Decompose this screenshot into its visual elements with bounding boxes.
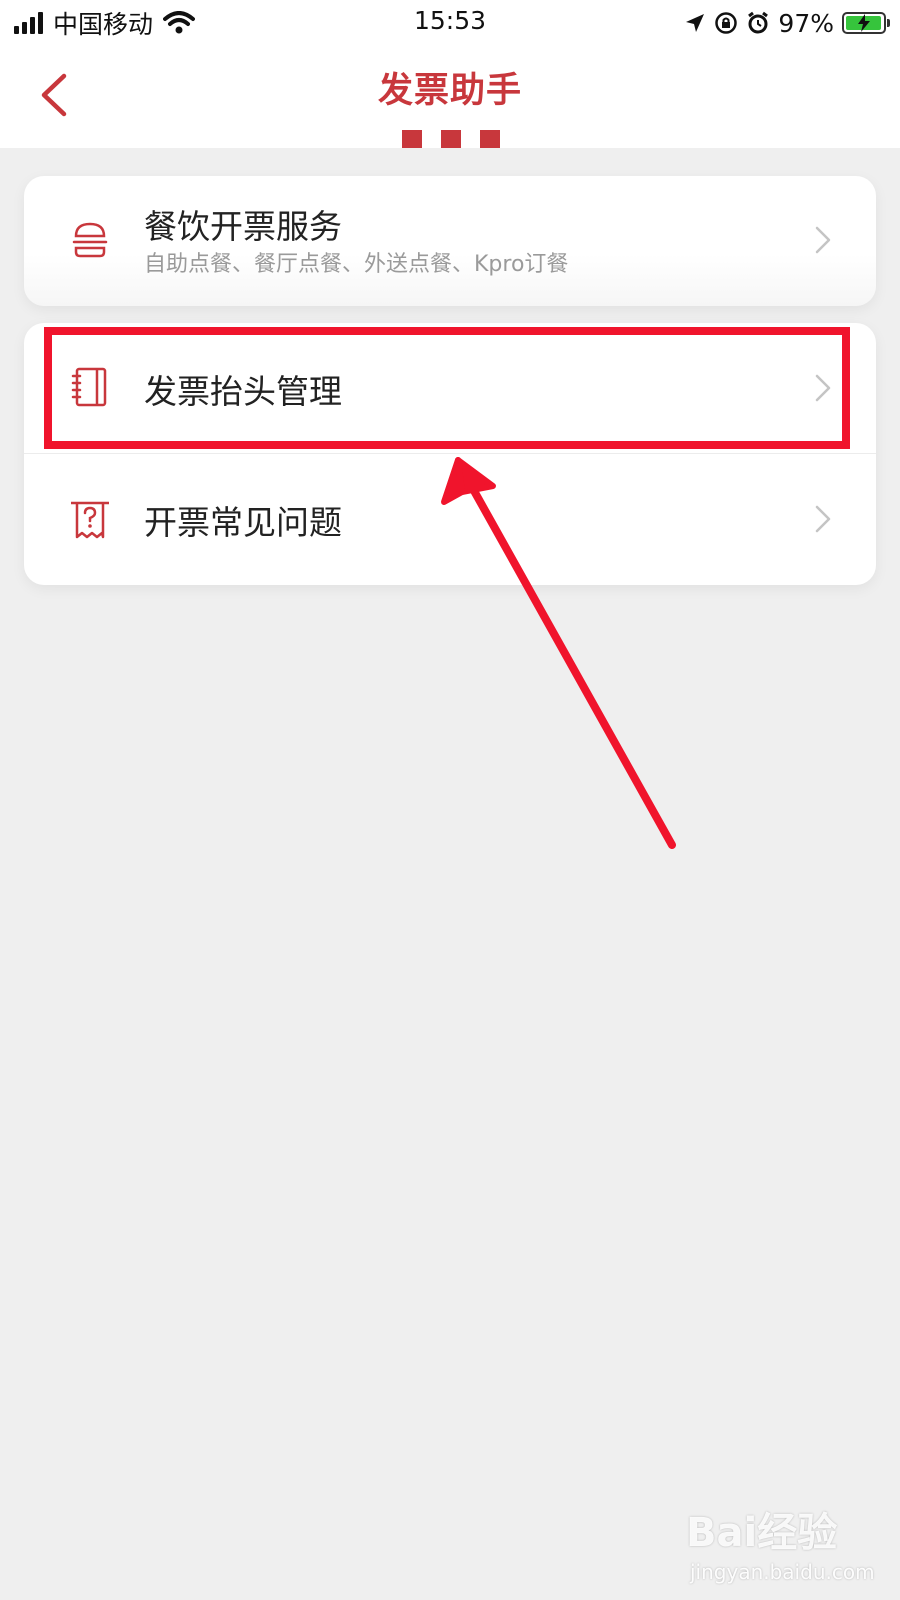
brand-stripes-icon [402,130,500,148]
battery-charging-icon [842,12,890,34]
menu-item-invoice-faq[interactable]: 开票常见问题 [24,454,876,585]
chevron-right-icon [815,226,831,254]
watermark-url: jingyan.baidu.com [690,1560,875,1584]
menu-item-title: 开票常见问题 [144,503,342,542]
menu-item-subtitle: 自助点餐、餐厅点餐、外送点餐、Kpro订餐 [144,252,569,277]
watermark: Bai经验 jingyan.baidu.com [686,1500,886,1590]
menu-item-title: 发票抬头管理 [144,372,342,411]
burger-icon [72,222,108,258]
menu-item-dining-invoice[interactable]: 餐饮开票服务 自助点餐、餐厅点餐、外送点餐、Kpro订餐 [24,176,876,306]
battery-percent: 97% [778,8,834,38]
watermark-brand: Bai经验 [686,1510,838,1556]
menu-card-dining: 餐饮开票服务 自助点餐、餐厅点餐、外送点餐、Kpro订餐 [24,176,876,306]
status-bar: 中国移动 15:53 97% [0,0,900,46]
chevron-right-icon [815,374,831,402]
notebook-icon [71,367,107,407]
chevron-right-icon [815,505,831,533]
orientation-lock-icon [715,12,738,34]
menu-item-invoice-header-management[interactable]: 发票抬头管理 [24,323,876,453]
location-icon [686,14,705,32]
menu-item-title: 餐饮开票服务 [144,207,342,246]
alarm-icon [748,11,769,34]
receipt-question-icon [71,501,109,539]
menu-card-invoice: 发票抬头管理 开票常见问题 [24,323,876,585]
nav-bar: 发票助手 [0,46,900,148]
page-title: 发票助手 [377,71,522,111]
status-right: 97% [684,6,890,40]
